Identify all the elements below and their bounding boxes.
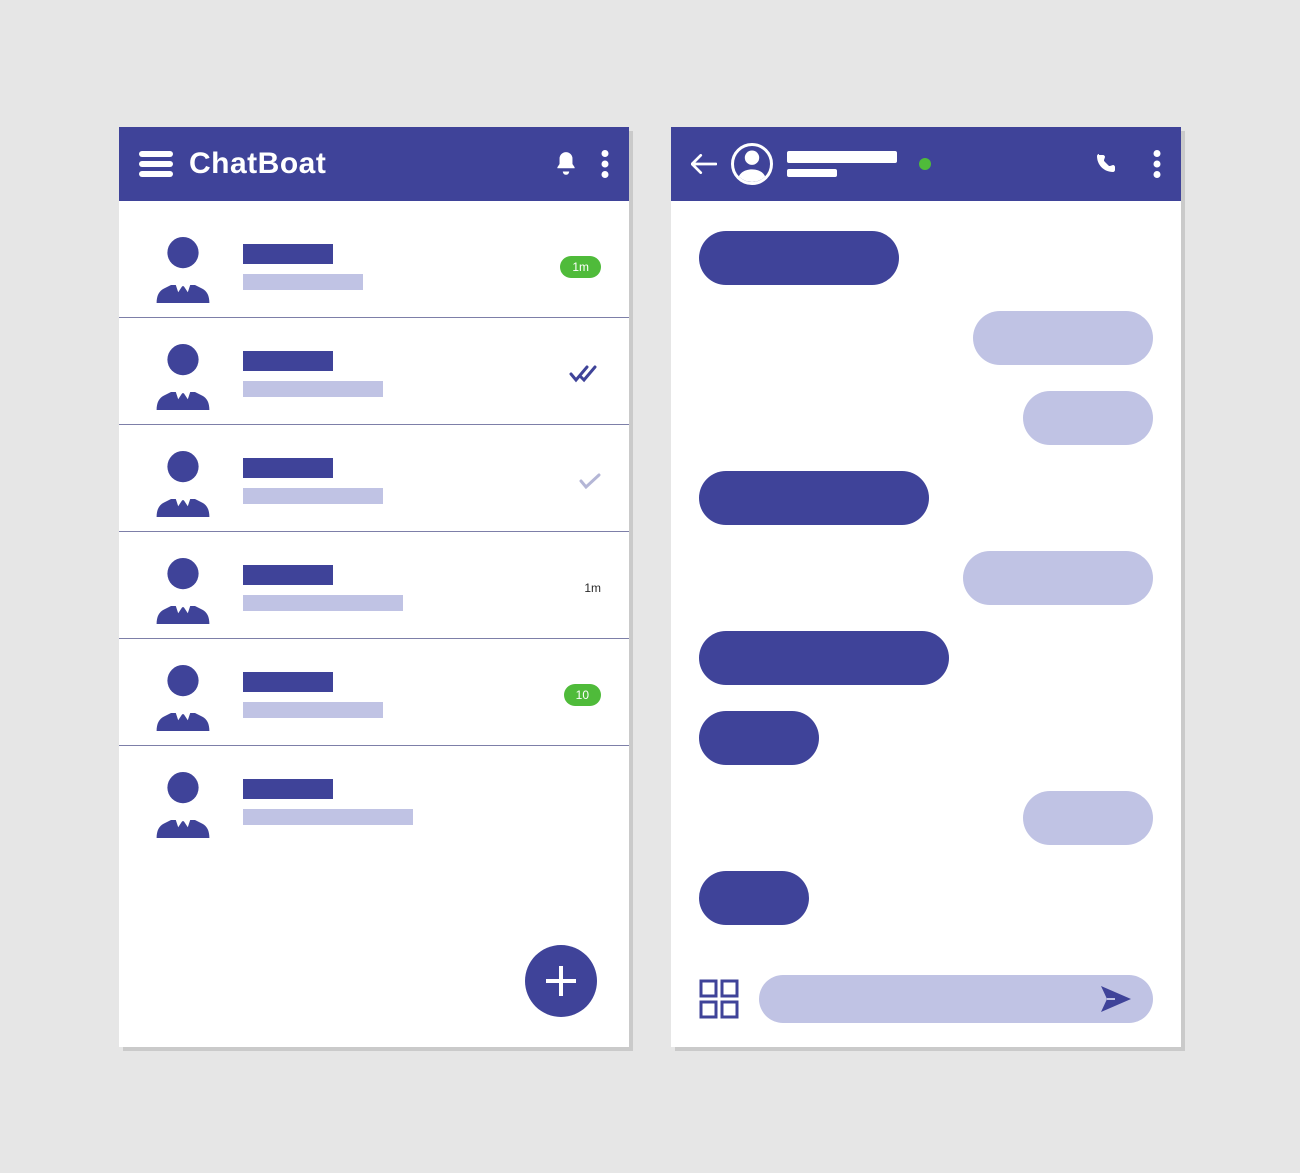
apps-icon[interactable] bbox=[699, 979, 739, 1019]
row-meta bbox=[531, 365, 601, 383]
outgoing-message bbox=[1023, 791, 1153, 845]
composer bbox=[671, 965, 1181, 1047]
incoming-message bbox=[699, 631, 949, 685]
chat-preview bbox=[243, 779, 531, 825]
incoming-message bbox=[699, 871, 809, 925]
bell-icon[interactable] bbox=[553, 150, 579, 178]
contact-name-placeholder bbox=[243, 351, 333, 371]
avatar-icon bbox=[147, 445, 219, 517]
outgoing-message bbox=[1023, 391, 1153, 445]
unread-badge: 1m bbox=[560, 256, 601, 278]
row-meta: 1m bbox=[531, 256, 601, 278]
read-icon bbox=[569, 365, 601, 383]
last-message-placeholder bbox=[243, 488, 383, 504]
call-icon[interactable] bbox=[1093, 152, 1117, 176]
last-message-placeholder bbox=[243, 595, 403, 611]
timestamp: 1m bbox=[584, 581, 601, 595]
chat-list-screen: ChatBoat 1m bbox=[119, 127, 629, 1047]
row-meta: 1m bbox=[531, 581, 601, 595]
last-message-placeholder bbox=[243, 274, 363, 290]
contact-name-placeholder bbox=[243, 672, 333, 692]
delivered-icon bbox=[579, 473, 601, 489]
last-message-placeholder bbox=[243, 381, 383, 397]
chat-row[interactable] bbox=[119, 746, 629, 852]
row-meta bbox=[531, 473, 601, 489]
chat-row[interactable]: 1m bbox=[119, 532, 629, 639]
message-input[interactable] bbox=[759, 975, 1153, 1023]
chat-preview bbox=[243, 672, 531, 718]
back-icon[interactable] bbox=[691, 154, 717, 174]
avatar-icon bbox=[147, 659, 219, 731]
chat-row[interactable]: 1m bbox=[119, 211, 629, 318]
conversation-header bbox=[671, 127, 1181, 201]
outgoing-message bbox=[963, 551, 1153, 605]
message-list bbox=[671, 201, 1181, 965]
contact-name-placeholder bbox=[243, 458, 333, 478]
avatar-icon bbox=[147, 552, 219, 624]
chat-preview bbox=[243, 565, 531, 611]
conversation-screen bbox=[671, 127, 1181, 1047]
avatar-icon[interactable] bbox=[731, 143, 773, 185]
avatar-icon bbox=[147, 766, 219, 838]
chat-preview bbox=[243, 458, 531, 504]
incoming-message bbox=[699, 471, 929, 525]
contact-name-placeholder bbox=[243, 244, 333, 264]
contact-name[interactable] bbox=[787, 151, 897, 177]
more-icon[interactable] bbox=[1153, 150, 1161, 178]
menu-icon[interactable] bbox=[139, 151, 173, 177]
chat-row[interactable] bbox=[119, 318, 629, 425]
avatar-icon bbox=[147, 338, 219, 410]
last-message-placeholder bbox=[243, 809, 413, 825]
last-message-placeholder bbox=[243, 702, 383, 718]
online-indicator bbox=[919, 158, 931, 170]
incoming-message bbox=[699, 231, 899, 285]
avatar-icon bbox=[147, 231, 219, 303]
incoming-message bbox=[699, 711, 819, 765]
app-title: ChatBoat bbox=[189, 147, 326, 181]
contact-name-placeholder bbox=[243, 565, 333, 585]
chat-row[interactable] bbox=[119, 425, 629, 532]
chat-list: 1m 1m 10 bbox=[119, 201, 629, 1047]
row-meta: 10 bbox=[531, 684, 601, 706]
send-icon[interactable] bbox=[1101, 985, 1131, 1013]
contact-name-placeholder bbox=[243, 779, 333, 799]
list-header: ChatBoat bbox=[119, 127, 629, 201]
chat-preview bbox=[243, 351, 531, 397]
chat-preview bbox=[243, 244, 531, 290]
unread-badge: 10 bbox=[564, 684, 601, 706]
outgoing-message bbox=[973, 311, 1153, 365]
chat-row[interactable]: 10 bbox=[119, 639, 629, 746]
new-chat-button[interactable] bbox=[525, 945, 597, 1017]
more-icon[interactable] bbox=[601, 150, 609, 178]
